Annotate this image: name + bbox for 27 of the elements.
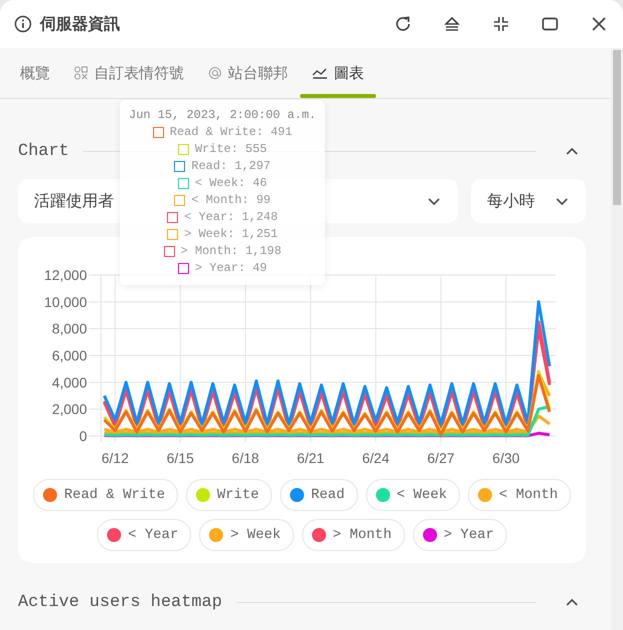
tooltip-value: Write: 555: [194, 142, 267, 156]
x-axis-label: 6/18: [232, 450, 260, 466]
y-axis-label: 10,000: [44, 294, 87, 310]
x-axis-label: 6/21: [296, 450, 324, 466]
x-axis-label: 6/15: [166, 450, 194, 466]
x-axis-label: 6/30: [492, 450, 520, 466]
y-axis-label: 0: [79, 428, 87, 444]
tooltip-title: Jun 15, 2023, 2:00:00 a.m.: [128, 108, 316, 122]
tooltip-value: < Month: 99: [191, 193, 271, 207]
x-axis-label: 6/27: [427, 450, 455, 466]
tooltip-value: > Year: 49: [194, 261, 267, 275]
x-axis-label: 6/12: [102, 450, 129, 466]
section-title: Chart: [18, 142, 70, 160]
tooltip-value: Read: 1,297: [191, 159, 271, 173]
window-title: 伺服器資訊: [40, 14, 121, 34]
tooltip-value: > Week: 1,251: [184, 227, 278, 241]
y-axis-label: 12,000: [44, 267, 87, 283]
tooltip-value: < Week: 46: [194, 176, 267, 190]
section-title: Active users heatmap: [18, 592, 222, 612]
y-axis-label: 8,000: [52, 320, 87, 337]
tooltip-value: Read & Write: 491: [170, 125, 292, 139]
tooltip-value: < Year: 1,248: [184, 210, 278, 224]
y-axis-label: 4,000: [52, 374, 87, 390]
y-axis-label: 2,000: [52, 401, 87, 418]
tooltip-value: > Month: 1,198: [180, 244, 282, 258]
x-axis-label: 6/24: [362, 450, 390, 466]
y-axis-label: 6,000: [52, 348, 87, 364]
